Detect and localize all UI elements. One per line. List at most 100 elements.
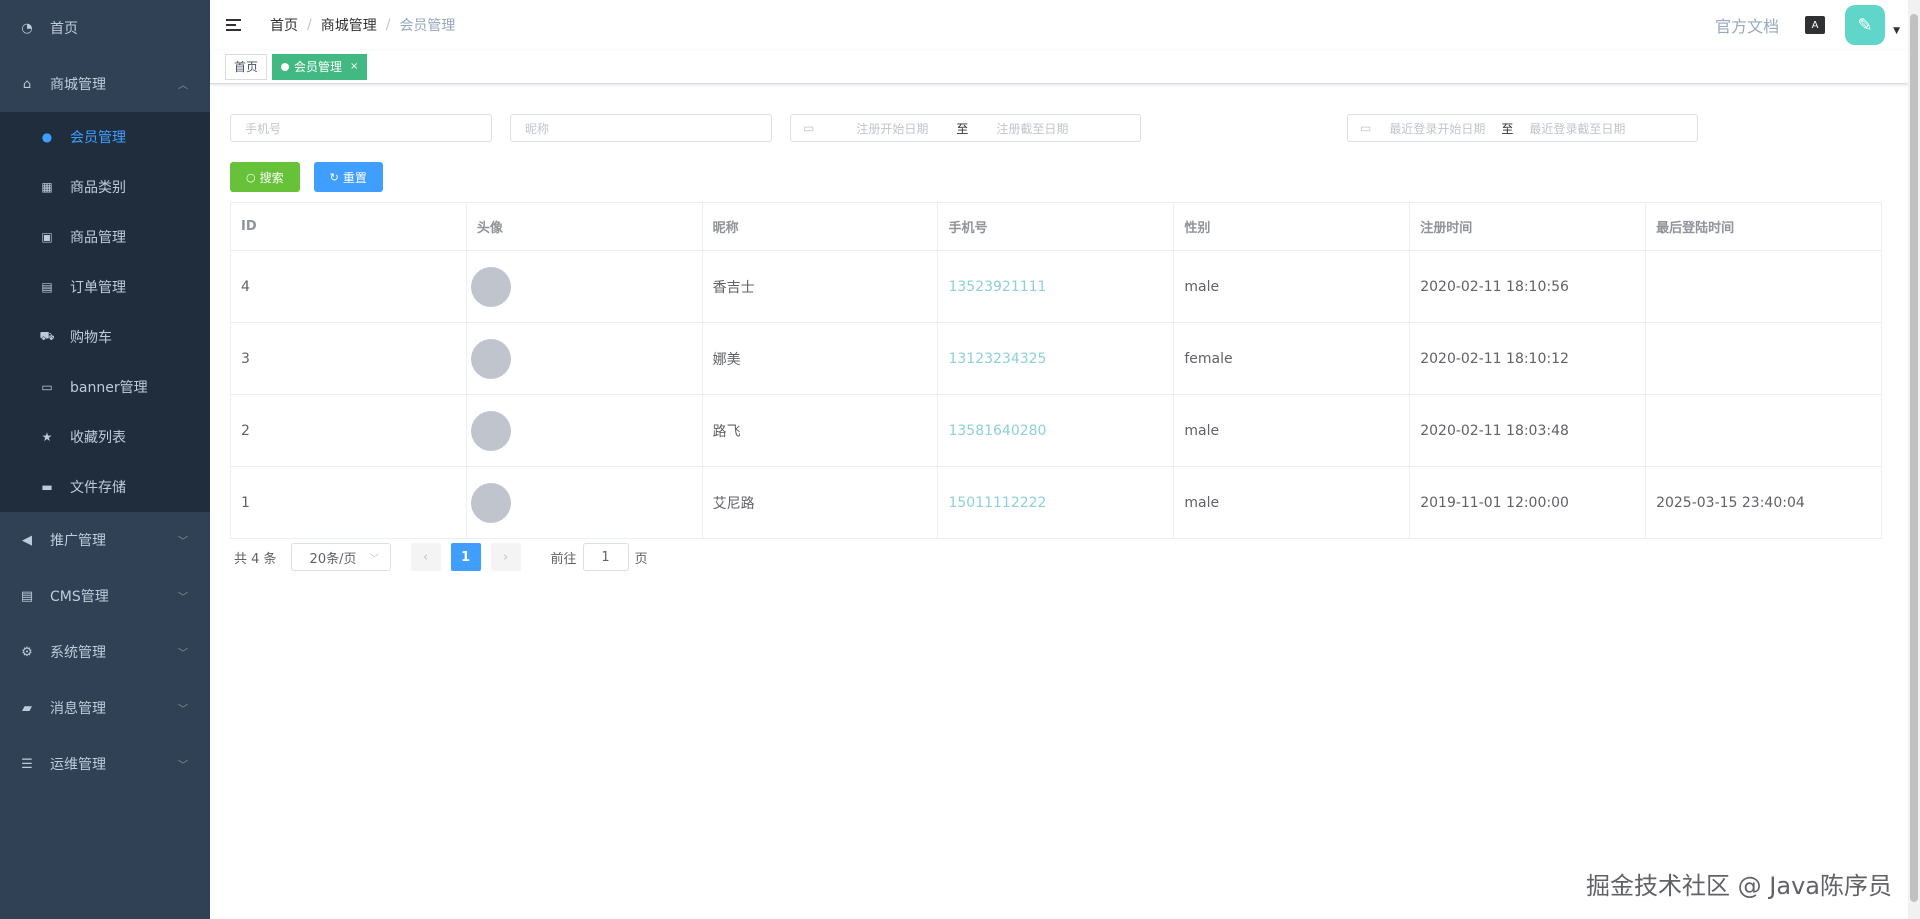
megaphone-icon: ◀ <box>22 532 32 548</box>
sidebar-item-mall[interactable]: ⌂ 商城管理 ︿ <box>0 56 210 112</box>
tags-view: 首页 会员管理 × <box>210 50 1920 84</box>
register-start-date[interactable]: 注册开始日期 <box>832 120 952 137</box>
next-page-button[interactable]: › <box>490 543 521 571</box>
sidebar-item-label: 运维管理 <box>50 757 106 773</box>
breadcrumb-item[interactable]: 首页 <box>270 15 298 35</box>
sidebar-item-members[interactable]: ● 会员管理 <box>0 112 210 162</box>
sidebar-item-orders[interactable]: ▤ 订单管理 <box>0 262 210 312</box>
cell-phone: 13523921111 <box>937 250 1175 323</box>
login-date-range[interactable]: ▭ 最近登录开始日期 至 最近登录截至日期 <box>1347 114 1698 142</box>
tag-label: 会员管理 <box>294 59 343 74</box>
scrollbar-thumb[interactable] <box>1910 14 1918 902</box>
language-icon[interactable]: A <box>1805 16 1826 34</box>
breadcrumb-item[interactable]: 商城管理 <box>321 15 377 35</box>
watermark: 掘金技术社区 @ Java陈序员 <box>1586 872 1892 900</box>
docs-link[interactable]: 官方文档 <box>1715 13 1779 37</box>
sidebar-item-label: CMS管理 <box>50 589 109 605</box>
sidebar-item-goods[interactable]: ▣ 商品管理 <box>0 212 210 262</box>
members-table: ID 头像 昵称 手机号 性别 注册时间 最后登陆时间 4 香吉士 135239… <box>230 202 1882 539</box>
document-icon: ▤ <box>20 588 34 604</box>
sidebar-item-label: banner管理 <box>70 380 148 396</box>
chevron-down-icon: ﹀ <box>178 648 188 660</box>
column-header[interactable]: 手机号 <box>937 202 1175 251</box>
folder-icon: ▬ <box>41 480 53 494</box>
sidebar-item-banner[interactable]: ▭ banner管理 <box>0 362 210 412</box>
sidebar-item-favorites[interactable]: ★ 收藏列表 <box>0 412 210 462</box>
column-header[interactable]: 头像 <box>465 202 703 251</box>
cell-last-login <box>1645 322 1882 395</box>
reset-button[interactable]: ↻ 重置 <box>313 162 383 192</box>
cell-nickname: 艾尼路 <box>701 466 939 539</box>
phone-input[interactable]: 手机号 <box>230 114 492 142</box>
grid-icon: ▦ <box>41 180 53 194</box>
sidebar-item-system[interactable]: ⚙ 系统管理 ﹀ <box>0 624 210 680</box>
table-row[interactable]: 3 娜美 13123234325 female 2020-02-11 18:10… <box>230 322 1882 395</box>
sidebar-item-label: 文件存储 <box>70 480 126 496</box>
sidebar-item-label: 商品管理 <box>70 230 126 246</box>
table-row[interactable]: 1 艾尼路 15011112222 male 2019-11-01 12:00:… <box>230 466 1882 539</box>
right-menu: 官方文档 A ✎ ▼ <box>1715 0 1900 50</box>
sidebar-item-cart[interactable]: ⛟ 购物车 <box>0 312 210 362</box>
dashboard-icon: ◔ <box>21 20 33 36</box>
chevron-down-icon: ﹀ <box>369 553 380 565</box>
sidebar-item-label: 购物车 <box>70 330 112 346</box>
column-header[interactable]: ID <box>230 202 467 251</box>
login-start-date[interactable]: 最近登录开始日期 <box>1377 120 1497 137</box>
action-buttons: ○ 搜索 ↻ 重置 <box>230 162 1900 192</box>
sidebar-item-promotion[interactable]: ◀ 推广管理 ﹀ <box>0 512 210 568</box>
star-icon: ★ <box>41 430 53 444</box>
cell-registered: 2020-02-11 18:10:56 <box>1409 250 1647 323</box>
pagination: 共 4 条 20条/页 ﹀ ‹ 1 › 前往 1 页 <box>230 541 1900 573</box>
gear-icon: ⚙ <box>21 644 33 660</box>
cell-phone: 13581640280 <box>937 394 1175 467</box>
sidebar-item-categories[interactable]: ▦ 商品类别 <box>0 162 210 212</box>
sidebar-item-label: 订单管理 <box>70 280 126 296</box>
column-header[interactable]: 最后登陆时间 <box>1645 202 1882 251</box>
scrollbar[interactable] <box>1908 0 1920 919</box>
caret-down-icon[interactable]: ▼ <box>1893 26 1900 36</box>
pagination-total: 共 4 条 <box>234 551 277 567</box>
avatar <box>470 266 511 307</box>
column-header[interactable]: 注册时间 <box>1409 202 1647 251</box>
cell-gender: male <box>1173 394 1411 467</box>
cell-gender: male <box>1173 466 1411 539</box>
sidebar-item-messages[interactable]: ▰ 消息管理 ﹀ <box>0 680 210 736</box>
login-end-date[interactable]: 最近登录截至日期 <box>1517 120 1637 137</box>
register-end-date[interactable]: 注册截至日期 <box>972 120 1092 137</box>
cell-last-login <box>1645 250 1882 323</box>
chevron-down-icon: ﹀ <box>178 704 188 716</box>
avatar[interactable]: ✎ <box>1845 5 1886 45</box>
cell-avatar <box>465 394 703 467</box>
chevron-down-icon: ﹀ <box>178 760 188 772</box>
sidebar-item-ops[interactable]: ☰ 运维管理 ﹀ <box>0 736 210 792</box>
sidebar-item-home[interactable]: ◔ 首页 <box>0 0 210 56</box>
column-header[interactable]: 性别 <box>1173 202 1411 251</box>
tag-members[interactable]: 会员管理 × <box>272 53 368 80</box>
sidebar-item-label: 收藏列表 <box>70 430 126 446</box>
search-button[interactable]: ○ 搜索 <box>230 162 300 192</box>
tag-home[interactable]: 首页 <box>225 53 268 80</box>
cell-id: 3 <box>230 322 467 395</box>
column-header[interactable]: 昵称 <box>701 202 939 251</box>
cell-id: 2 <box>230 394 467 467</box>
table-row[interactable]: 2 路飞 13581640280 male 2020-02-11 18:03:4… <box>230 394 1882 467</box>
register-date-range[interactable]: ▭ 注册开始日期 至 注册截至日期 <box>790 114 1141 142</box>
page-size-value: 20条/页 <box>309 551 357 567</box>
main-content: 首页 / 商城管理 / 会员管理 官方文档 A ✎ ▼ 首页 会员管理 × 手机… <box>210 0 1920 919</box>
cell-last-login: 2025-03-15 23:40:04 <box>1645 466 1882 539</box>
page-size-select[interactable]: 20条/页 ﹀ <box>290 543 391 571</box>
app-container: 手机号 昵称 ▭ 注册开始日期 至 注册截至日期 ▭ 最近登录开始日期 至 最近… <box>210 84 1920 573</box>
hamburger-icon[interactable] <box>226 15 246 35</box>
sidebar-item-cms[interactable]: ▤ CMS管理 ﹀ <box>0 568 210 624</box>
prev-page-button[interactable]: ‹ <box>410 543 441 571</box>
nickname-input[interactable]: 昵称 <box>510 114 772 142</box>
avatar <box>470 482 511 523</box>
page-number[interactable]: 1 <box>450 543 481 571</box>
goto-page-input[interactable]: 1 <box>582 543 629 571</box>
cell-nickname: 路飞 <box>701 394 939 467</box>
close-icon[interactable]: × <box>350 55 358 79</box>
cell-nickname: 香吉士 <box>701 250 939 323</box>
table-row[interactable]: 4 香吉士 13523921111 male 2020-02-11 18:10:… <box>230 250 1882 323</box>
range-separator: 至 <box>1501 121 1514 136</box>
sidebar-item-files[interactable]: ▬ 文件存储 <box>0 462 210 512</box>
